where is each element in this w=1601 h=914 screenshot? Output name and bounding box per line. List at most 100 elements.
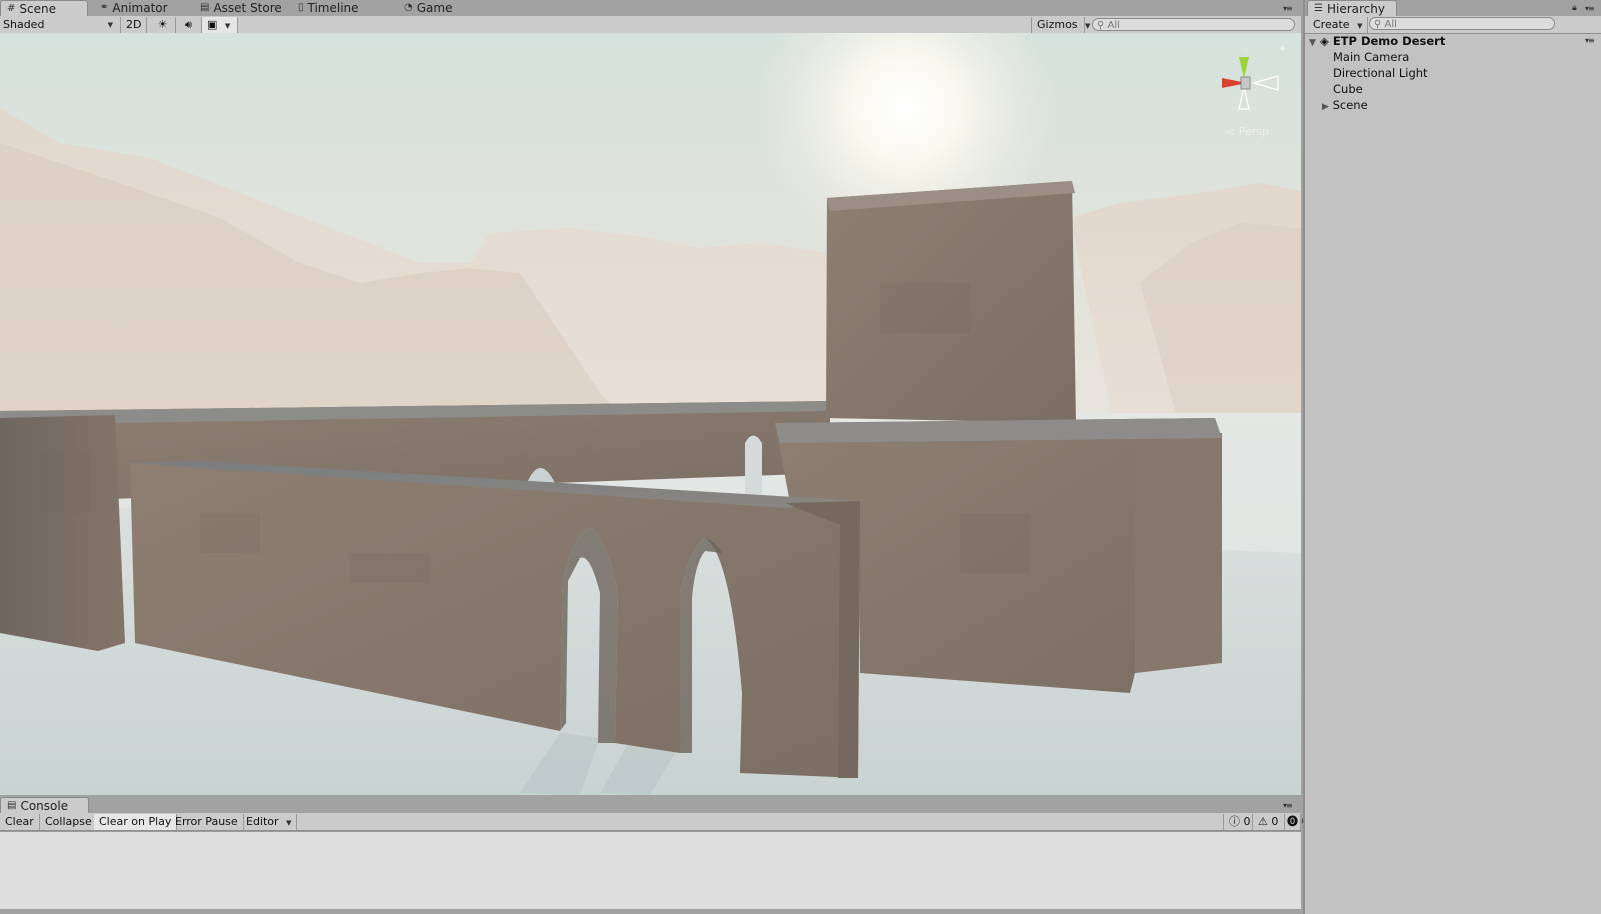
tab-console-label: Console <box>20 798 69 813</box>
tab-asset-store[interactable]: ▤ Asset Store <box>194 0 288 16</box>
panel-menu-icon[interactable]: ▾≡ <box>1283 801 1293 810</box>
hierarchy-item-label: Directional Light <box>1333 66 1428 80</box>
image-icon: ▣ <box>207 18 218 31</box>
chevron-down-icon: ▼ <box>1357 22 1363 30</box>
console-toolbar: Clear Collapse Clear on Play Error Pause… <box>0 813 1309 831</box>
gizmo-y-arrow <box>1239 57 1249 78</box>
error-icon: ⓿ <box>1287 815 1298 828</box>
hierarchy-item-scene[interactable]: ▶ Scene <box>1322 98 1368 112</box>
tab-animator[interactable]: ⚭ Animator <box>94 0 174 16</box>
search-icon: ⚲ <box>1097 20 1105 31</box>
info-filter-toggle[interactable]: ⓘ 0 <box>1223 814 1253 830</box>
tab-hierarchy[interactable]: ☰ Hierarchy <box>1307 0 1397 16</box>
gizmo-axis-y-label: y <box>1244 44 1249 53</box>
chevron-down-icon: ▼ <box>107 21 113 29</box>
search-icon: ⚲ <box>1374 19 1382 30</box>
shading-mode-label: Shaded <box>3 18 45 31</box>
hierarchy-item-label: Scene <box>1332 98 1368 112</box>
hierarchy-panel: ☰ Hierarchy 🔒︎ ▾≡ Create ▼ ⚲ All ▼ ◈ ETP… <box>1303 0 1601 914</box>
tab-asset-store-label: Asset Store <box>213 1 282 15</box>
warning-icon: ⚠ <box>1258 815 1268 828</box>
tab-animator-label: Animator <box>112 1 168 15</box>
tab-game-label: Game <box>416 1 453 15</box>
hierarchy-item-cube[interactable]: Cube <box>1333 82 1363 96</box>
warning-filter-toggle[interactable]: ⚠ 0 <box>1253 814 1285 830</box>
scene-root-row[interactable]: ▼ ◈ ETP Demo Desert <box>1309 34 1445 48</box>
tab-game[interactable]: ◔ Game <box>398 0 458 16</box>
collapse-label: Collapse <box>45 815 92 828</box>
clear-on-play-label: Clear on Play <box>99 815 172 828</box>
scene-options-icon[interactable]: ▾≡ <box>1585 36 1595 45</box>
editor-dropdown[interactable]: Editor ▼ <box>241 814 298 830</box>
gizmo-z-arrow <box>1251 75 1279 91</box>
audio-toggle[interactable]: 🔊︎ <box>176 17 202 33</box>
tab-scene-label: Scene <box>19 1 56 16</box>
editor-dropdown-label: Editor <box>246 815 279 828</box>
scene-toolbar: Shaded ▼ 2D ☀ 🔊︎ ▣ ▼ Gizmos ▼ ⚲ All <box>0 16 1301 34</box>
tab-scene[interactable]: # Scene <box>0 0 88 16</box>
mode-2d-label: 2D <box>126 18 142 31</box>
clear-on-play-button[interactable]: Clear on Play <box>94 814 178 830</box>
chevron-down-icon: ▼ <box>1085 22 1091 30</box>
gizmo-neg-y-arrow <box>1238 86 1250 110</box>
info-count: 0 <box>1243 815 1251 828</box>
lock-icon[interactable]: 🔒︎ <box>1572 3 1577 13</box>
hierarchy-tab-bar: ☰ Hierarchy 🔒︎ ▾≡ <box>1305 0 1601 17</box>
hierarchy-item-main-camera[interactable]: Main Camera <box>1333 50 1409 64</box>
console-log-area[interactable] <box>0 831 1301 909</box>
scene-tab-bar: # Scene ⚭ Animator ▤ Asset Store ▯ Timel… <box>0 0 1301 17</box>
animator-icon: ⚭ <box>100 2 109 13</box>
error-filter-toggle[interactable]: ⓿ 0 <box>1285 814 1309 830</box>
scene-search-input[interactable]: ⚲ All <box>1092 18 1295 31</box>
pacman-icon: ◔ <box>404 2 413 13</box>
hierarchy-item-directional-light[interactable]: Directional Light <box>1333 66 1428 80</box>
gizmos-dropdown[interactable]: Gizmos ▼ <box>1031 17 1090 33</box>
info-icon: ⓘ <box>1229 815 1240 828</box>
grid-icon: # <box>7 2 16 14</box>
clear-button[interactable]: Clear <box>0 814 40 830</box>
hierarchy-toolbar: Create ▼ ⚲ All <box>1305 16 1601 34</box>
gizmos-label: Gizmos <box>1037 18 1078 31</box>
chevron-down-icon: ▼ <box>224 22 231 30</box>
scene-name: ETP Demo Desert <box>1332 34 1446 48</box>
shading-mode-dropdown[interactable]: Shaded ▼ <box>3 17 115 33</box>
sun-icon: ☀ <box>157 18 168 31</box>
lock-icon[interactable]: 🔒︎ <box>1280 43 1285 53</box>
lighting-toggle[interactable]: ☀ <box>150 17 176 33</box>
chevron-down-icon: ▼ <box>286 819 292 827</box>
collapse-button[interactable]: Collapse <box>40 814 98 830</box>
mode-2d-button[interactable]: 2D <box>120 17 148 33</box>
scene-search-placeholder: All <box>1107 20 1120 31</box>
store-icon: ▤ <box>200 2 210 13</box>
hierarchy-item-label: Main Camera <box>1333 50 1410 64</box>
effects-dropdown[interactable]: ▣ ▼ <box>202 17 238 33</box>
hierarchy-item-label: Cube <box>1333 82 1363 96</box>
orientation-gizmo[interactable]: y <box>1212 41 1287 131</box>
projection-label[interactable]: < Persp <box>1226 125 1269 138</box>
timeline-icon: ▯ <box>298 2 304 13</box>
console-panel: ▤ Console ▾≡ Clear Collapse Clear on Pla… <box>0 797 1309 914</box>
list-icon: ☰ <box>1314 2 1323 14</box>
tab-console[interactable]: ▤ Console <box>0 797 89 813</box>
scene-render <box>0 33 1301 795</box>
speaker-icon: 🔊︎ <box>185 18 192 31</box>
create-label: Create <box>1313 18 1350 31</box>
tab-timeline[interactable]: ▯ Timeline <box>292 0 365 16</box>
clear-label: Clear <box>5 815 34 828</box>
tab-hierarchy-label: Hierarchy <box>1326 1 1385 16</box>
error-pause-label: Error Pause <box>175 815 238 828</box>
hierarchy-search-placeholder: All <box>1384 19 1397 30</box>
hierarchy-search-input[interactable]: ⚲ All <box>1369 17 1555 30</box>
collapsed-triangle-icon[interactable]: ▶ <box>1322 102 1329 112</box>
tab-timeline-label: Timeline <box>307 1 359 15</box>
gizmo-center-cube <box>1240 76 1251 90</box>
scene-view-viewport[interactable]: y 🔒︎ < Persp <box>0 33 1301 795</box>
unity-logo-icon: ◈ <box>1319 34 1329 48</box>
expand-triangle-icon[interactable]: ▼ <box>1309 38 1316 48</box>
console-icon: ▤ <box>7 799 17 811</box>
panel-menu-icon[interactable]: ▾≡ <box>1585 4 1595 13</box>
create-dropdown[interactable]: Create ▼ <box>1308 17 1369 33</box>
panel-menu-icon[interactable]: ▾≡ <box>1283 4 1293 13</box>
console-tab-bar: ▤ Console ▾≡ <box>0 797 1301 814</box>
error-pause-button[interactable]: Error Pause <box>170 814 244 830</box>
